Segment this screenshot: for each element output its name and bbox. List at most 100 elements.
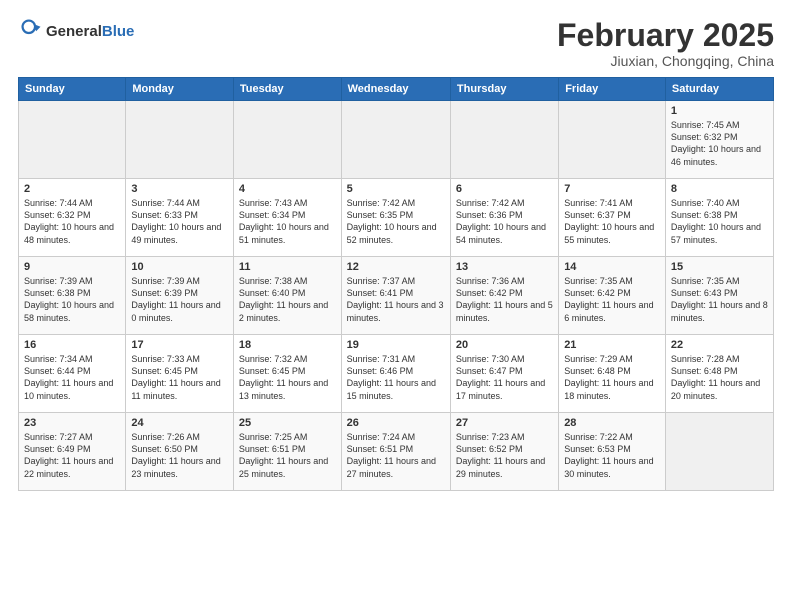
day-info-4: Sunrise: 7:43 AM Sunset: 6:34 PM Dayligh… <box>239 197 336 246</box>
day-info-27: Sunrise: 7:23 AM Sunset: 6:52 PM Dayligh… <box>456 431 553 480</box>
day-number-4: 4 <box>239 183 336 195</box>
day-info-25: Sunrise: 7:25 AM Sunset: 6:51 PM Dayligh… <box>239 431 336 480</box>
day-info-1: Sunrise: 7:45 AM Sunset: 6:32 PM Dayligh… <box>671 119 768 168</box>
day-number-9: 9 <box>24 261 120 273</box>
day-info-11: Sunrise: 7:38 AM Sunset: 6:40 PM Dayligh… <box>239 275 336 324</box>
day-cell-w3-d1: 17 Sunrise: 7:33 AM Sunset: 6:45 PM Dayli… <box>126 335 234 413</box>
day-number-21: 21 <box>564 339 660 351</box>
day-number-5: 5 <box>347 183 445 195</box>
logo-blue-text: Blue <box>102 23 135 40</box>
col-tuesday: Tuesday <box>233 78 341 101</box>
day-cell-w3-d5: 21 Sunrise: 7:29 AM Sunset: 6:48 PM Dayli… <box>559 335 666 413</box>
day-number-22: 22 <box>671 339 768 351</box>
day-cell-w3-d3: 19 Sunrise: 7:31 AM Sunset: 6:46 PM Dayli… <box>341 335 450 413</box>
logo-general-text: General <box>46 23 102 40</box>
day-cell-w0-d5 <box>559 101 666 179</box>
day-number-23: 23 <box>24 417 120 429</box>
day-cell-w0-d1 <box>126 101 234 179</box>
week-row-0: 1 Sunrise: 7:45 AM Sunset: 6:32 PM Daylig… <box>19 101 774 179</box>
col-friday: Friday <box>559 78 666 101</box>
day-cell-w4-d3: 26 Sunrise: 7:24 AM Sunset: 6:51 PM Dayli… <box>341 413 450 491</box>
day-number-16: 16 <box>24 339 120 351</box>
day-number-14: 14 <box>564 261 660 273</box>
header: General Blue February 2025 Jiuxian, Chon… <box>18 18 774 69</box>
col-saturday: Saturday <box>665 78 773 101</box>
day-info-19: Sunrise: 7:31 AM Sunset: 6:46 PM Dayligh… <box>347 353 445 402</box>
day-cell-w1-d2: 4 Sunrise: 7:43 AM Sunset: 6:34 PM Daylig… <box>233 179 341 257</box>
day-number-12: 12 <box>347 261 445 273</box>
day-number-1: 1 <box>671 105 768 117</box>
day-number-6: 6 <box>456 183 553 195</box>
day-number-2: 2 <box>24 183 120 195</box>
day-cell-w1-d3: 5 Sunrise: 7:42 AM Sunset: 6:35 PM Daylig… <box>341 179 450 257</box>
day-info-5: Sunrise: 7:42 AM Sunset: 6:35 PM Dayligh… <box>347 197 445 246</box>
day-cell-w2-d2: 11 Sunrise: 7:38 AM Sunset: 6:40 PM Dayli… <box>233 257 341 335</box>
col-thursday: Thursday <box>450 78 558 101</box>
day-info-26: Sunrise: 7:24 AM Sunset: 6:51 PM Dayligh… <box>347 431 445 480</box>
col-wednesday: Wednesday <box>341 78 450 101</box>
month-title: February 2025 <box>557 18 774 53</box>
day-number-8: 8 <box>671 183 768 195</box>
day-number-3: 3 <box>131 183 228 195</box>
day-cell-w3-d4: 20Sunrise: 7:30 AM Sunset: 6:47 PM Dayli… <box>450 335 558 413</box>
day-cell-w1-d4: 6 Sunrise: 7:42 AM Sunset: 6:36 PM Daylig… <box>450 179 558 257</box>
day-cell-w4-d6 <box>665 413 773 491</box>
week-row-4: 23 Sunrise: 7:27 AM Sunset: 6:49 PM Dayli… <box>19 413 774 491</box>
day-info-9: Sunrise: 7:39 AM Sunset: 6:38 PM Dayligh… <box>24 275 120 324</box>
day-number-18: 18 <box>239 339 336 351</box>
week-row-2: 9 Sunrise: 7:39 AM Sunset: 6:38 PM Daylig… <box>19 257 774 335</box>
day-info-10: Sunrise: 7:39 AM Sunset: 6:39 PM Dayligh… <box>131 275 228 324</box>
week-row-1: 2 Sunrise: 7:44 AM Sunset: 6:32 PM Daylig… <box>19 179 774 257</box>
day-cell-w1-d0: 2 Sunrise: 7:44 AM Sunset: 6:32 PM Daylig… <box>19 179 126 257</box>
day-info-17: Sunrise: 7:33 AM Sunset: 6:45 PM Dayligh… <box>131 353 228 402</box>
day-number-19: 19 <box>347 339 445 351</box>
day-cell-w4-d4: 27 Sunrise: 7:23 AM Sunset: 6:52 PM Dayli… <box>450 413 558 491</box>
day-info-12: Sunrise: 7:37 AM Sunset: 6:41 PM Dayligh… <box>347 275 445 324</box>
day-info-14: Sunrise: 7:35 AM Sunset: 6:42 PM Dayligh… <box>564 275 660 324</box>
day-cell-w0-d4 <box>450 101 558 179</box>
logo-icon <box>20 18 42 40</box>
calendar-page: General Blue February 2025 Jiuxian, Chon… <box>0 0 792 612</box>
day-cell-w2-d0: 9 Sunrise: 7:39 AM Sunset: 6:38 PM Daylig… <box>19 257 126 335</box>
day-number-26: 26 <box>347 417 445 429</box>
day-number-15: 15 <box>671 261 768 273</box>
day-cell-w3-d6: 22 Sunrise: 7:28 AM Sunset: 6:48 PM Dayli… <box>665 335 773 413</box>
logo: General Blue <box>18 18 134 45</box>
day-info-23: Sunrise: 7:27 AM Sunset: 6:49 PM Dayligh… <box>24 431 120 480</box>
day-number-24: 24 <box>131 417 228 429</box>
calendar-header-row: Sunday Monday Tuesday Wednesday Thursday… <box>19 78 774 101</box>
day-info-21: Sunrise: 7:29 AM Sunset: 6:48 PM Dayligh… <box>564 353 660 402</box>
day-info-15: Sunrise: 7:35 AM Sunset: 6:43 PM Dayligh… <box>671 275 768 324</box>
day-cell-w0-d2 <box>233 101 341 179</box>
day-number-17: 17 <box>131 339 228 351</box>
day-cell-w4-d1: 24 Sunrise: 7:26 AM Sunset: 6:50 PM Dayli… <box>126 413 234 491</box>
day-info-28: Sunrise: 7:22 AM Sunset: 6:53 PM Dayligh… <box>564 431 660 480</box>
day-info-7: Sunrise: 7:41 AM Sunset: 6:37 PM Dayligh… <box>564 197 660 246</box>
day-number-27: 27 <box>456 417 553 429</box>
day-cell-w1-d5: 7 Sunrise: 7:41 AM Sunset: 6:37 PM Daylig… <box>559 179 666 257</box>
day-cell-w4-d0: 23 Sunrise: 7:27 AM Sunset: 6:49 PM Dayli… <box>19 413 126 491</box>
day-cell-w1-d6: 8 Sunrise: 7:40 AM Sunset: 6:38 PM Daylig… <box>665 179 773 257</box>
day-cell-w2-d5: 14 Sunrise: 7:35 AM Sunset: 6:42 PM Dayli… <box>559 257 666 335</box>
day-info-16: Sunrise: 7:34 AM Sunset: 6:44 PM Dayligh… <box>24 353 120 402</box>
day-number-7: 7 <box>564 183 660 195</box>
day-cell-w3-d0: 16 Sunrise: 7:34 AM Sunset: 6:44 PM Dayli… <box>19 335 126 413</box>
day-info-2: Sunrise: 7:44 AM Sunset: 6:32 PM Dayligh… <box>24 197 120 246</box>
day-info-3: Sunrise: 7:44 AM Sunset: 6:33 PM Dayligh… <box>131 197 228 246</box>
day-info-6: Sunrise: 7:42 AM Sunset: 6:36 PM Dayligh… <box>456 197 553 246</box>
day-cell-w0-d0 <box>19 101 126 179</box>
day-info-18: Sunrise: 7:32 AM Sunset: 6:45 PM Dayligh… <box>239 353 336 402</box>
day-info-20: Sunrise: 7:30 AM Sunset: 6:47 PM Dayligh… <box>456 353 553 402</box>
week-row-3: 16 Sunrise: 7:34 AM Sunset: 6:44 PM Dayli… <box>19 335 774 413</box>
day-info-24: Sunrise: 7:26 AM Sunset: 6:50 PM Dayligh… <box>131 431 228 480</box>
day-info-8: Sunrise: 7:40 AM Sunset: 6:38 PM Dayligh… <box>671 197 768 246</box>
day-cell-w4-d5: 28 Sunrise: 7:22 AM Sunset: 6:53 PM Dayli… <box>559 413 666 491</box>
day-info-22: Sunrise: 7:28 AM Sunset: 6:48 PM Dayligh… <box>671 353 768 402</box>
day-number-28: 28 <box>564 417 660 429</box>
calendar-table: Sunday Monday Tuesday Wednesday Thursday… <box>18 77 774 491</box>
day-cell-w3-d2: 18 Sunrise: 7:32 AM Sunset: 6:45 PM Dayli… <box>233 335 341 413</box>
title-block: February 2025 Jiuxian, Chongqing, China <box>557 18 774 69</box>
location: Jiuxian, Chongqing, China <box>557 53 774 69</box>
day-number-11: 11 <box>239 261 336 273</box>
day-number-10: 10 <box>131 261 228 273</box>
